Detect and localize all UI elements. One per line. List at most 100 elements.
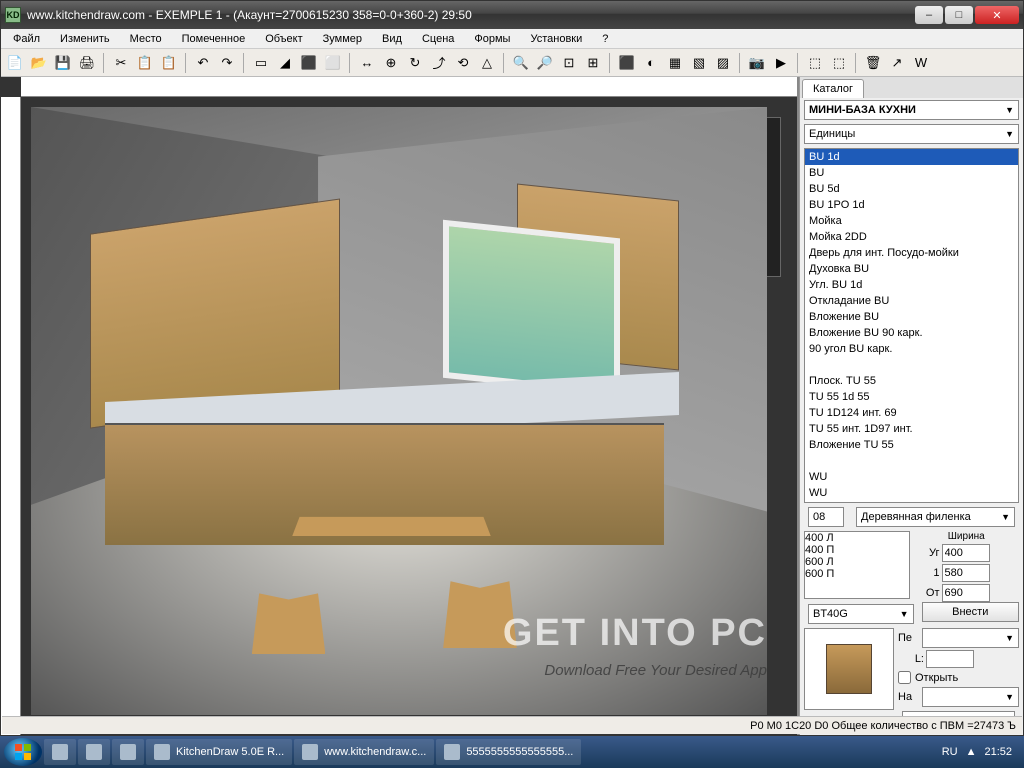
size-item[interactable]: 400 П — [805, 544, 909, 556]
toolbar-button[interactable]: 📂 — [29, 53, 49, 73]
menu-Вид[interactable]: Вид — [374, 31, 410, 47]
open-checkbox[interactable] — [898, 671, 911, 684]
catalog-item[interactable]: Мойка — [805, 213, 1018, 229]
toolbar-button[interactable]: ↷ — [217, 53, 237, 73]
toolbar-button[interactable]: ⬚ — [805, 53, 825, 73]
menu-Файл[interactable]: Файл — [5, 31, 48, 47]
catalog-item-list[interactable]: BU 1dBUBU 5dBU 1PO 1dМойкаМойка 2DDДверь… — [804, 148, 1019, 503]
toolbar-button[interactable]: ⊞ — [583, 53, 603, 73]
model-name-combo[interactable]: Деревянная филенка▼ — [856, 507, 1015, 527]
toolbar-button[interactable]: ↔ — [357, 53, 377, 73]
close-button[interactable]: ✕ — [975, 6, 1019, 24]
3d-viewport[interactable]: GET INTO PC Download Free Your Desired A… — [1, 77, 799, 735]
tray-lang[interactable]: RU — [942, 746, 958, 758]
toolbar-button[interactable]: 📷 — [747, 53, 767, 73]
toolbar-button[interactable]: ⟲ — [453, 53, 473, 73]
toolbar-button[interactable]: ✂ — [111, 53, 131, 73]
catalog-item[interactable]: BU — [805, 165, 1018, 181]
taskbar-item[interactable]: www.kitchendraw.c... — [294, 739, 434, 765]
dim-1-input[interactable] — [942, 564, 990, 582]
catalog-item[interactable]: Дверь для инт. Посудо-мойки — [805, 245, 1018, 261]
catalog-item[interactable]: WU — [805, 469, 1018, 485]
units-combo[interactable]: Единицы▼ — [804, 124, 1019, 144]
toolbar-button[interactable]: 🔍 — [511, 53, 531, 73]
toolbar-button[interactable]: 📋 — [159, 53, 179, 73]
catalog-item[interactable]: BU 1d — [805, 149, 1018, 165]
catalog-item[interactable]: WU вытяжка vis. экстр. — [805, 501, 1018, 503]
toolbar-button[interactable]: ↻ — [405, 53, 425, 73]
maximize-button[interactable]: □ — [945, 6, 973, 24]
toolbar-button[interactable]: ⊕ — [381, 53, 401, 73]
taskbar-item[interactable] — [78, 739, 110, 765]
catalog-item[interactable]: Мойка 2DD — [805, 229, 1018, 245]
menu-Установки[interactable]: Установки — [522, 31, 590, 47]
size-list[interactable]: 400 Л400 П600 Л600 П — [804, 531, 910, 599]
taskbar-item[interactable] — [112, 739, 144, 765]
minimize-button[interactable]: – — [915, 6, 943, 24]
catalog-item[interactable]: BU 1PO 1d — [805, 197, 1018, 213]
toolbar-button[interactable]: ⬜ — [323, 53, 343, 73]
toolbar-button[interactable]: ▶ — [771, 53, 791, 73]
menu-?[interactable]: ? — [594, 31, 616, 47]
catalog-item[interactable]: WU — [805, 485, 1018, 501]
catalog-item[interactable]: Откладание BU — [805, 293, 1018, 309]
l-input[interactable] — [926, 650, 974, 668]
dim-ot-input[interactable] — [942, 584, 990, 602]
taskbar-item[interactable]: 5555555555555555... — [436, 739, 581, 765]
toolbar-button[interactable]: ▭ — [251, 53, 271, 73]
catalog-item[interactable]: Вложение BU — [805, 309, 1018, 325]
toolbar-button[interactable]: ⬛ — [617, 53, 637, 73]
toolbar-button[interactable]: 🗑 — [863, 53, 883, 73]
toolbar-button[interactable]: ⬛ — [299, 53, 319, 73]
toolbar-button[interactable]: ▨ — [713, 53, 733, 73]
catalog-item[interactable]: 90 угол BU карк. — [805, 341, 1018, 357]
menu-Объект[interactable]: Объект — [257, 31, 310, 47]
catalog-name-combo[interactable]: МИНИ-БАЗА КУХНИ▼ — [804, 100, 1019, 120]
insert-button[interactable]: Внести — [922, 602, 1020, 622]
toolbar-button[interactable]: ⊡ — [559, 53, 579, 73]
menu-Сцена[interactable]: Сцена — [414, 31, 462, 47]
menu-Зуммер[interactable]: Зуммер — [315, 31, 370, 47]
toolbar-button[interactable]: W — [911, 53, 931, 73]
menu-Место[interactable]: Место — [122, 31, 170, 47]
tab-catalog[interactable]: Каталог — [802, 79, 864, 98]
pe-combo[interactable]: ▼ — [922, 628, 1019, 648]
toolbar-button[interactable]: ↗ — [887, 53, 907, 73]
catalog-item[interactable]: Духовка BU — [805, 261, 1018, 277]
toolbar-button[interactable]: △ — [477, 53, 497, 73]
catalog-item[interactable] — [805, 453, 1018, 469]
catalog-item[interactable] — [805, 357, 1018, 373]
start-button[interactable] — [4, 738, 42, 766]
catalog-item[interactable]: Вложение BU 90 карк. — [805, 325, 1018, 341]
toolbar-button[interactable]: ⤴ — [429, 53, 449, 73]
na-combo[interactable]: ▼ — [922, 687, 1019, 707]
toolbar-button[interactable]: ▧ — [689, 53, 709, 73]
taskbar-item[interactable]: KitchenDraw 5.0E R... — [146, 739, 292, 765]
catalog-item[interactable]: BU 5d — [805, 181, 1018, 197]
toolbar-button[interactable]: 📋 — [135, 53, 155, 73]
model-code-combo[interactable]: 08 — [808, 507, 844, 527]
size-item[interactable]: 600 П — [805, 568, 909, 580]
menu-Формы[interactable]: Формы — [466, 31, 518, 47]
catalog-item[interactable]: TU 55 инт. 1D97 инт. — [805, 421, 1018, 437]
catalog-item[interactable]: Угл. BU 1d — [805, 277, 1018, 293]
menu-Изменить[interactable]: Изменить — [52, 31, 118, 47]
preview-code-combo[interactable]: BT40G▼ — [808, 604, 914, 624]
dim-ug-input[interactable] — [942, 544, 990, 562]
toolbar-button[interactable]: ◐ — [641, 53, 661, 73]
compass-bar[interactable] — [765, 117, 781, 277]
catalog-item[interactable]: Вложение TU 55 — [805, 437, 1018, 453]
toolbar-button[interactable]: ↶ — [193, 53, 213, 73]
catalog-item[interactable]: Плоск. TU 55 — [805, 373, 1018, 389]
toolbar-button[interactable]: ◢ — [275, 53, 295, 73]
toolbar-button[interactable]: 💾 — [53, 53, 73, 73]
toolbar-button[interactable]: 📄 — [5, 53, 25, 73]
menu-Помеченное[interactable]: Помеченное — [174, 31, 254, 47]
toolbar-button[interactable]: ▦ — [665, 53, 685, 73]
catalog-item[interactable]: TU 55 1d 55 — [805, 389, 1018, 405]
toolbar-button[interactable]: 🖨 — [77, 53, 97, 73]
toolbar-button[interactable]: ⬚ — [829, 53, 849, 73]
taskbar-item[interactable] — [44, 739, 76, 765]
size-item[interactable]: 400 Л — [805, 532, 909, 544]
toolbar-button[interactable]: 🔎 — [535, 53, 555, 73]
